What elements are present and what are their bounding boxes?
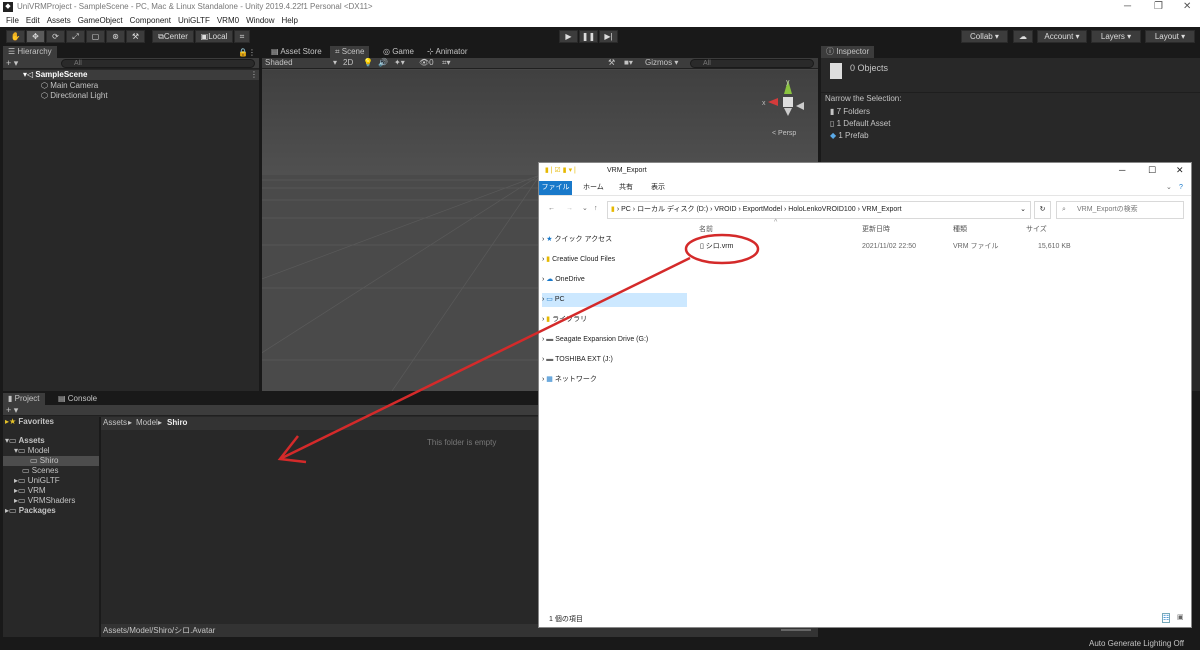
drag-annotation	[277, 233, 760, 464]
drag-arrow	[281, 256, 691, 460]
highlight-circle	[684, 233, 760, 265]
